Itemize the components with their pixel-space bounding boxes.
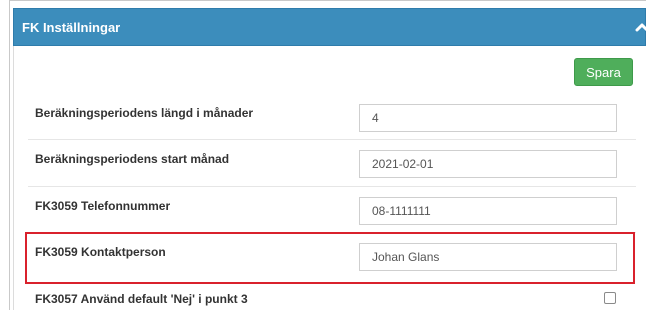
- row-divider: [28, 186, 636, 187]
- contact-person-input[interactable]: Johan Glans: [359, 243, 617, 271]
- period-start-input[interactable]: 2021-02-01: [359, 150, 617, 178]
- phone-label: FK3059 Telefonnummer: [35, 199, 171, 213]
- row-divider: [28, 139, 636, 140]
- phone-input[interactable]: 08-1111111: [359, 197, 617, 225]
- panel-header[interactable]: FK Inställningar: [13, 8, 646, 46]
- period-start-label: Beräkningsperiodens start månad: [35, 152, 230, 166]
- period-length-input[interactable]: 4: [359, 104, 617, 132]
- contact-person-label: FK3059 Kontaktperson: [35, 245, 166, 259]
- period-length-label: Beräkningsperiodens längd i månader: [35, 106, 254, 120]
- chevron-up-icon[interactable]: [635, 21, 646, 33]
- default-no-label: FK3057 Använd default 'Nej' i punkt 3: [35, 292, 248, 306]
- save-button[interactable]: Spara: [574, 58, 633, 86]
- panel-title: FK Inställningar: [22, 20, 121, 35]
- default-no-checkbox[interactable]: [604, 292, 616, 304]
